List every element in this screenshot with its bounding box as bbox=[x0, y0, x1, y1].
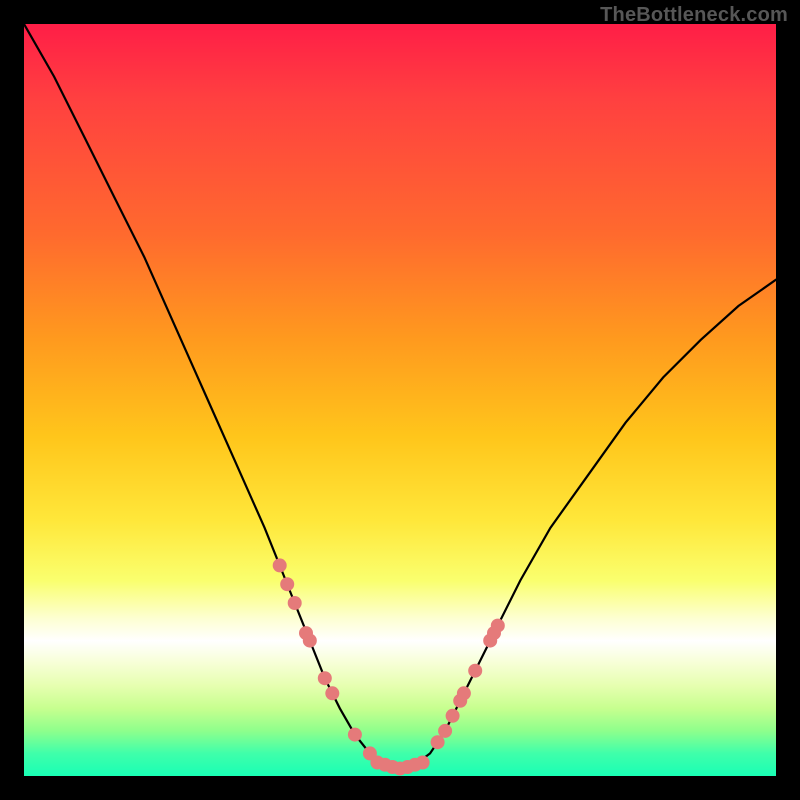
chart-container: TheBottleneck.com bbox=[0, 0, 800, 800]
scatter-point bbox=[491, 619, 505, 633]
scatter-point bbox=[280, 577, 294, 591]
scatter-point bbox=[457, 686, 471, 700]
bottleneck-curve bbox=[24, 24, 776, 769]
scatter-point bbox=[438, 724, 452, 738]
curve-svg bbox=[24, 24, 776, 776]
watermark-text: TheBottleneck.com bbox=[600, 4, 788, 27]
scatter-point bbox=[318, 671, 332, 685]
scatter-markers bbox=[273, 558, 505, 775]
scatter-point bbox=[416, 756, 430, 770]
scatter-point bbox=[325, 686, 339, 700]
scatter-point bbox=[348, 728, 362, 742]
scatter-point bbox=[303, 634, 317, 648]
scatter-point bbox=[288, 596, 302, 610]
scatter-point bbox=[273, 558, 287, 572]
plot-area bbox=[24, 24, 776, 776]
scatter-point bbox=[446, 709, 460, 723]
scatter-point bbox=[468, 664, 482, 678]
